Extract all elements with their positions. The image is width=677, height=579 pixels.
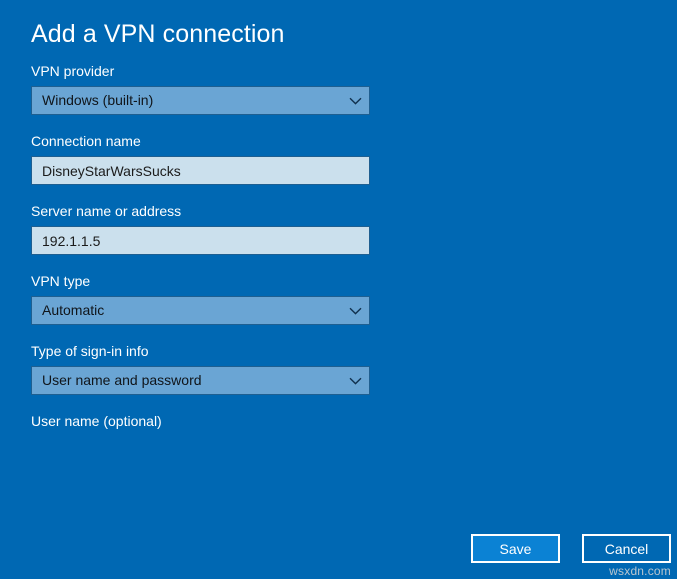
vpn-settings-page: Add a VPN connection VPN provider Window… [0, 0, 677, 579]
vpn-type-value: Automatic [32, 297, 341, 324]
label-vpn-type: VPN type [31, 272, 370, 290]
label-server-name: Server name or address [31, 202, 370, 220]
field-connection-name: Connection name [31, 132, 370, 185]
connection-name-input[interactable] [31, 156, 370, 185]
sign-in-type-value: User name and password [32, 367, 341, 394]
field-sign-in-type: Type of sign-in info User name and passw… [31, 342, 370, 395]
save-button[interactable]: Save [471, 534, 560, 563]
server-name-input[interactable] [31, 226, 370, 255]
label-user-name: User name (optional) [31, 412, 370, 430]
field-vpn-provider: VPN provider Windows (built-in) [31, 62, 370, 115]
field-server-name: Server name or address [31, 202, 370, 255]
vpn-type-dropdown[interactable]: Automatic [31, 296, 370, 325]
dialog-button-bar: Save Cancel [471, 534, 671, 563]
cancel-button[interactable]: Cancel [582, 534, 671, 563]
watermark: wsxdn.com [609, 564, 671, 578]
field-vpn-type: VPN type Automatic [31, 272, 370, 325]
field-user-name: User name (optional) [31, 412, 370, 430]
vpn-provider-dropdown[interactable]: Windows (built-in) [31, 86, 370, 115]
vpn-provider-value: Windows (built-in) [32, 87, 341, 114]
label-vpn-provider: VPN provider [31, 62, 370, 80]
chevron-down-icon [341, 367, 369, 394]
chevron-down-icon [341, 297, 369, 324]
chevron-down-icon [341, 87, 369, 114]
sign-in-type-dropdown[interactable]: User name and password [31, 366, 370, 395]
label-sign-in-type: Type of sign-in info [31, 342, 370, 360]
page-title: Add a VPN connection [31, 18, 285, 50]
label-connection-name: Connection name [31, 132, 370, 150]
add-vpn-form: VPN provider Windows (built-in) Connecti… [31, 62, 370, 447]
